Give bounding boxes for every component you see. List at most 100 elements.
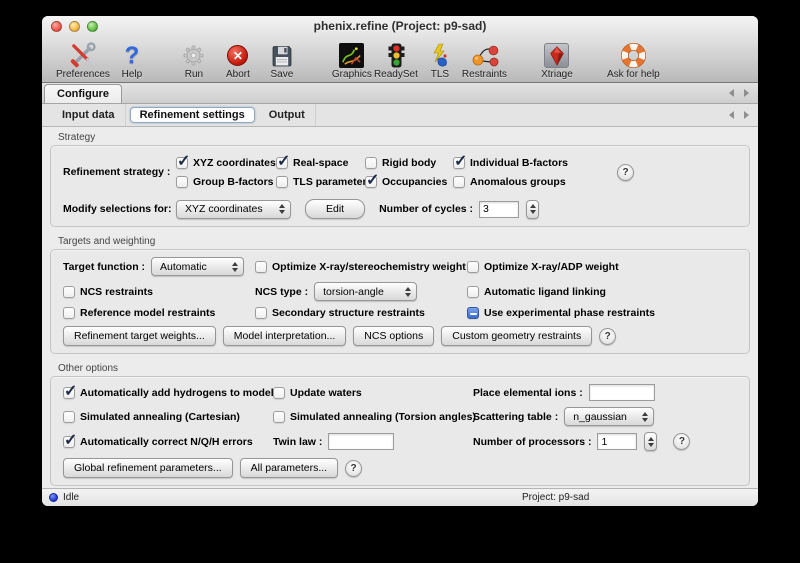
number-of-cycles-field[interactable] xyxy=(479,201,519,218)
strategy-group: Refinement strategy : XYZ coordinates Re… xyxy=(50,145,750,227)
window-title: phenix.refine (Project: p9-sad) xyxy=(42,16,758,37)
title-bar[interactable]: phenix.refine (Project: p9-sad) xyxy=(42,16,758,37)
window-controls xyxy=(51,21,98,32)
occupancies-checkbox[interactable]: Occupancies xyxy=(365,176,453,188)
status-text: Idle xyxy=(63,492,79,503)
targets-help-button[interactable]: ? xyxy=(599,328,616,345)
ncs-type-dropdown[interactable]: torsion-angle xyxy=(314,282,417,301)
toolbar-label: Preferences xyxy=(56,69,110,80)
toolbar-readyset[interactable]: ReadySet xyxy=(374,42,418,80)
tls-parameters-checkbox[interactable]: TLS parameters xyxy=(276,176,365,188)
anomalous-groups-checkbox[interactable]: Anomalous groups xyxy=(453,176,603,188)
checkbox-box xyxy=(276,176,288,188)
tab-configure[interactable]: Configure xyxy=(44,84,122,103)
toolbar-ask-for-help[interactable]: Ask for help xyxy=(607,42,660,80)
add-hydrogens-checkbox[interactable]: Automatically add hydrogens to model xyxy=(63,387,274,399)
individual-b-factors-checkbox[interactable]: Individual B-factors xyxy=(453,157,603,169)
checkbox-box xyxy=(453,176,465,188)
tab-input-data[interactable]: Input data xyxy=(52,104,126,126)
toolbar: Preferences ? Help xyxy=(42,37,758,82)
modify-selections-dropdown[interactable]: XYZ coordinates xyxy=(176,200,291,219)
tools-icon xyxy=(69,42,96,69)
toolbar-preferences[interactable]: Preferences xyxy=(56,42,110,80)
place-elemental-ions-field[interactable] xyxy=(589,384,655,401)
crystal-icon xyxy=(544,42,569,69)
toolbar-help[interactable]: ? Help xyxy=(110,42,154,80)
toolbar-abort[interactable]: ✕ Abort xyxy=(216,42,260,80)
tab-scroll-left-icon[interactable] xyxy=(729,89,734,97)
toolbar-graphics[interactable]: Graphics xyxy=(330,42,374,80)
traffic-light-icon xyxy=(383,42,409,69)
toolbar-run[interactable]: Run xyxy=(172,42,216,80)
simulated-annealing-cartesian-checkbox[interactable]: Simulated annealing (Cartesian) xyxy=(63,411,240,423)
zoom-button[interactable] xyxy=(87,21,98,32)
dropdown-value: XYZ coordinates xyxy=(185,203,263,215)
toolbar-label: Save xyxy=(271,69,294,80)
simulated-annealing-torsion-checkbox[interactable]: Simulated annealing (Torsion angles) xyxy=(273,411,476,423)
life-ring-icon xyxy=(620,42,647,69)
optimize-xray-stereochemistry-checkbox[interactable]: Optimize X-ray/stereochemistry weight xyxy=(255,261,466,273)
toolbar-label: Xtriage xyxy=(541,69,573,80)
checkbox-box xyxy=(63,411,75,423)
checkbox-box xyxy=(467,261,479,273)
use-experimental-phase-restraints-checkbox[interactable]: Use experimental phase restraints xyxy=(467,307,655,319)
tab-scroll-left-icon[interactable] xyxy=(729,111,734,119)
checkbox-box xyxy=(255,307,267,319)
popup-arrows-icon xyxy=(634,412,648,422)
main-tab-bar: Configure xyxy=(42,83,758,104)
toolbar-tls[interactable]: TLS xyxy=(418,42,462,80)
edit-button[interactable]: Edit xyxy=(305,199,365,219)
other-options-help-button[interactable]: ? xyxy=(345,460,362,477)
dropdown-value: n_gaussian xyxy=(573,411,627,423)
tab-scroll-right-icon[interactable] xyxy=(744,89,749,97)
automatic-ligand-linking-checkbox[interactable]: Automatic ligand linking xyxy=(467,286,606,298)
secondary-structure-restraints-checkbox[interactable]: Secondary structure restraints xyxy=(255,307,425,319)
toolbar-xtriage[interactable]: Xtriage xyxy=(535,42,579,80)
correct-nqh-errors-checkbox[interactable]: Automatically correct N/Q/H errors xyxy=(63,436,253,448)
checkbox-box xyxy=(63,436,75,448)
toolbar-label: ReadySet xyxy=(374,69,418,80)
rigid-body-checkbox[interactable]: Rigid body xyxy=(365,157,453,169)
checkbox-box xyxy=(176,157,188,169)
refinement-target-weights-button[interactable]: Refinement target weights... xyxy=(63,326,216,346)
toolbar-save[interactable]: Save xyxy=(260,42,304,80)
ncs-options-button[interactable]: NCS options xyxy=(353,326,434,346)
checkbox-box xyxy=(467,286,479,298)
optimize-xray-adp-checkbox[interactable]: Optimize X-ray/ADP weight xyxy=(467,261,619,273)
tab-refinement-settings[interactable]: Refinement settings xyxy=(130,107,255,123)
checkbox-box xyxy=(63,307,75,319)
cycles-stepper[interactable] xyxy=(526,200,539,219)
real-space-checkbox[interactable]: Real-space xyxy=(276,157,365,169)
toolbar-label: Graphics xyxy=(332,69,372,80)
scattering-table-dropdown[interactable]: n_gaussian xyxy=(564,407,654,426)
checkbox-box xyxy=(273,411,285,423)
global-refinement-parameters-button[interactable]: Global refinement parameters... xyxy=(63,458,233,478)
custom-geometry-restraints-button[interactable]: Custom geometry restraints xyxy=(441,326,592,346)
twin-law-label: Twin law : xyxy=(273,436,322,448)
strategy-help-button[interactable]: ? xyxy=(617,164,634,181)
group-b-factors-checkbox[interactable]: Group B-factors xyxy=(176,176,276,188)
minimize-button[interactable] xyxy=(69,21,80,32)
tls-figure-icon xyxy=(429,42,451,69)
all-parameters-button[interactable]: All parameters... xyxy=(240,458,338,478)
ncs-restraints-checkbox[interactable]: NCS restraints xyxy=(63,286,153,298)
graphics-icon xyxy=(339,42,364,69)
number-of-processors-field[interactable] xyxy=(597,433,637,450)
twin-law-field[interactable] xyxy=(328,433,394,450)
processors-help-button[interactable]: ? xyxy=(673,433,690,450)
abort-icon: ✕ xyxy=(227,42,248,69)
processors-stepper[interactable] xyxy=(644,432,657,451)
toolbar-restraints[interactable]: Restraints xyxy=(462,42,507,80)
model-interpretation-button[interactable]: Model interpretation... xyxy=(223,326,347,346)
targets-group-label: Targets and weighting xyxy=(58,236,750,247)
targets-group: Target function : Automatic Optimize X-r… xyxy=(50,249,750,354)
close-button[interactable] xyxy=(51,21,62,32)
xyz-coordinates-checkbox[interactable]: XYZ coordinates xyxy=(176,157,276,169)
reference-model-restraints-checkbox[interactable]: Reference model restraints xyxy=(63,307,215,319)
target-function-dropdown[interactable]: Automatic xyxy=(151,257,244,276)
checkbox-box xyxy=(273,387,285,399)
tab-output[interactable]: Output xyxy=(259,104,316,126)
update-waters-checkbox[interactable]: Update waters xyxy=(273,387,362,399)
tab-scroll-right-icon[interactable] xyxy=(744,111,749,119)
status-bar: Idle Project: p9-sad xyxy=(42,488,758,506)
